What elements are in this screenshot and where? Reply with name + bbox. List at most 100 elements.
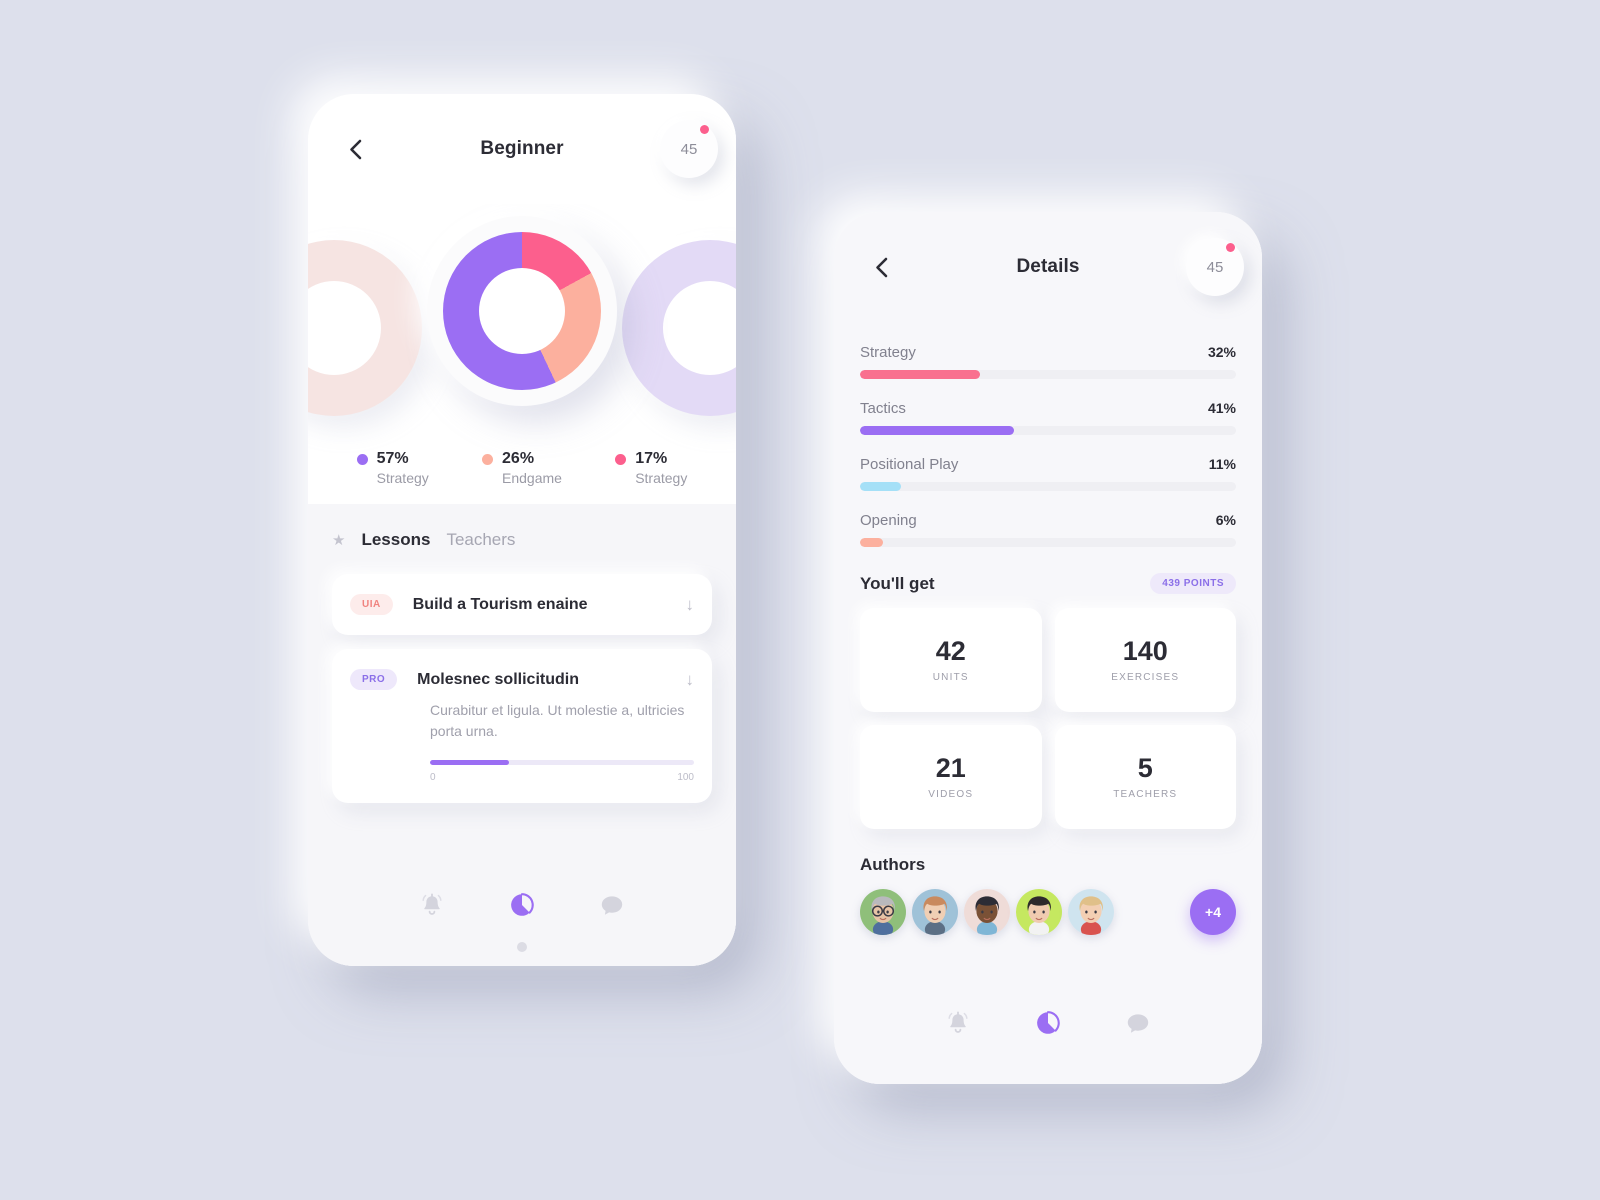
pie-chart-icon [511, 893, 534, 916]
youll-get-header: You'll get 439 POINTS [860, 573, 1236, 594]
nav-notifications[interactable] [941, 1006, 975, 1040]
phone-left: Beginner 45 57% Strategy 26% Endgame 17%… [308, 94, 736, 966]
lesson-title: Molesnec sollicitudin [417, 670, 579, 688]
right-header: Details 45 [834, 212, 1262, 322]
skill-bar-track [860, 482, 1236, 491]
skill-bar-row: Positional Play 11% [860, 456, 1236, 491]
page-title: Beginner [480, 138, 564, 159]
points-button-wrap: 45 [1186, 238, 1244, 296]
progress-min-label: 0 [430, 772, 436, 783]
skill-bar-header: Positional Play 11% [860, 456, 1236, 473]
progress-max-label: 100 [677, 772, 694, 783]
tab-bar: ★ Lessons Teachers [332, 530, 712, 550]
stat-label: TEACHERS [1113, 789, 1178, 801]
stat-card-videos[interactable]: 21 VIDEOS [860, 725, 1042, 829]
stat-card-teachers[interactable]: 5 TEACHERS [1054, 725, 1236, 829]
stat-card-units[interactable]: 42 UNITS [860, 608, 1042, 712]
stat-label: VIDEOS [928, 789, 974, 801]
nav-messages[interactable] [1121, 1006, 1155, 1040]
stats-grid: 42 UNITS 140 EXERCISES 21 VIDEOS 5 TEACH… [860, 608, 1236, 829]
legend-item: 17% Strategy [615, 449, 687, 488]
avatar[interactable] [964, 889, 1010, 935]
chat-bubble-icon [1127, 1013, 1149, 1033]
left-header: Beginner 45 [308, 94, 736, 204]
lesson-title: Build a Tourism enaine [412, 595, 588, 613]
donut-side-left[interactable] [308, 240, 422, 416]
donut-side-right[interactable] [622, 240, 736, 416]
left-bottom-nav [308, 870, 736, 966]
avatar-more-button[interactable]: +4 [1190, 889, 1236, 935]
download-arrow-icon[interactable]: ↓ [686, 596, 695, 613]
chevron-left-icon [349, 139, 361, 159]
stat-label: EXERCISES [1111, 672, 1180, 684]
lesson-badge: PRO [350, 669, 398, 690]
donut-ring [443, 232, 601, 390]
avatar[interactable] [1016, 889, 1062, 935]
skill-bar-header: Opening 6% [860, 512, 1236, 529]
notification-dot-icon [700, 125, 709, 134]
skill-bar-fill [860, 482, 902, 491]
skill-bar-header: Tactics 41% [860, 400, 1236, 417]
stat-number: 21 [935, 752, 966, 783]
avatar-list [860, 889, 1120, 935]
skill-bar-row: Opening 6% [860, 512, 1236, 547]
donut-legend: 57% Strategy 26% Endgame 17% Strategy [308, 449, 736, 488]
skill-bar-header: Strategy 32% [860, 344, 1236, 361]
details-body: Strategy 32% Tactics 41% Positional Play 11% O… [834, 322, 1262, 1084]
legend-item: 57% Strategy [356, 449, 429, 488]
authors-row: +4 [860, 889, 1236, 935]
stat-number: 42 [935, 635, 966, 666]
skill-bar-label: Positional Play [860, 456, 959, 473]
skill-bar-fill [860, 538, 883, 547]
points-button[interactable]: 45 [1186, 238, 1244, 296]
points-button-wrap: 45 [660, 120, 718, 178]
points-button[interactable]: 45 [660, 120, 718, 178]
nav-stats[interactable] [505, 888, 539, 922]
tab-lessons[interactable]: Lessons [361, 530, 430, 550]
back-button[interactable] [864, 250, 898, 284]
youll-get-title: You'll get [860, 573, 935, 593]
back-button[interactable] [338, 132, 372, 166]
stat-card-exercises[interactable]: 140 EXERCISES [1054, 608, 1236, 712]
legend-dot-icon [356, 454, 368, 465]
phone-right: Details 45 Strategy 32% Tactics 41% Position… [834, 212, 1262, 1084]
pie-chart-icon [1037, 1011, 1060, 1034]
download-arrow-icon[interactable]: ↓ [686, 671, 695, 688]
lesson-progress-track [430, 760, 694, 765]
notification-dot-icon [1226, 243, 1235, 252]
avatar[interactable] [912, 889, 958, 935]
skill-bar-label: Tactics [860, 400, 906, 417]
skill-bar-row: Tactics 41% [860, 400, 1236, 435]
lesson-card[interactable]: UIA Build a Tourism enaine ↓ [332, 574, 712, 635]
points-badge: 439 POINTS [1150, 573, 1236, 594]
skill-bar-fill [860, 426, 1015, 435]
donut-chart-area: 57% Strategy 26% Endgame 17% Strategy [308, 204, 736, 504]
bell-icon [422, 893, 442, 915]
lesson-description: Curabitur et ligula. Ut molestie a, ultr… [430, 702, 685, 739]
skill-bar-value: 32% [1207, 344, 1236, 360]
lesson-progress-fill [430, 760, 510, 765]
nav-notifications[interactable] [415, 888, 449, 922]
legend-dot-icon [615, 454, 627, 465]
skill-bar-fill [860, 370, 981, 379]
lesson-progress-scale: 0 100 [430, 772, 694, 783]
phone-right-screen: Details 45 Strategy 32% Tactics 41% Position… [834, 212, 1262, 1084]
legend-label: Endgame [502, 470, 562, 486]
nav-stats[interactable] [1031, 1006, 1065, 1040]
avatar[interactable] [860, 889, 906, 935]
tab-teachers[interactable]: Teachers [446, 530, 515, 550]
donut-chart-main[interactable] [427, 216, 617, 406]
authors-title: Authors [860, 855, 926, 874]
avatar[interactable] [1068, 889, 1114, 935]
lesson-card-header: UIA Build a Tourism enaine ↓ [350, 594, 694, 615]
nav-messages[interactable] [595, 888, 629, 922]
skill-bars: Strategy 32% Tactics 41% Positional Play 11% O… [860, 344, 1236, 547]
skill-bar-value: 41% [1207, 400, 1236, 416]
lesson-progress: 0 100 [430, 760, 694, 783]
skill-bar-label: Opening [860, 512, 917, 529]
skill-bar-track [860, 370, 1236, 379]
chat-bubble-icon [601, 895, 623, 915]
lesson-card[interactable]: PRO Molesnec sollicitudin ↓ Curabitur et… [332, 649, 712, 803]
home-indicator [517, 942, 527, 952]
stat-number: 5 [1137, 752, 1153, 783]
